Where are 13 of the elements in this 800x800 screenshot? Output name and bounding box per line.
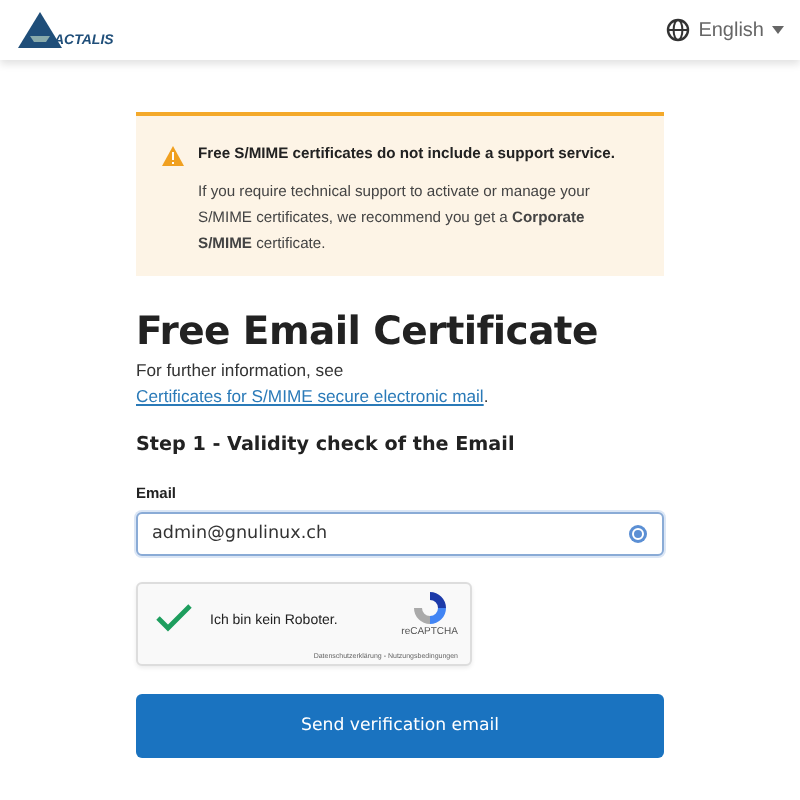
caret-icon <box>772 26 784 34</box>
language-selector[interactable]: English <box>666 18 784 42</box>
intro-text: For further information, see Certificates for S/MIME secure electronic mail. <box>136 358 491 410</box>
page-title: Free Email Certificate <box>136 308 600 354</box>
checkmark-icon <box>156 604 192 632</box>
certificates-link[interactable]: Certificates for S/MIME secure electronic mail <box>136 386 484 406</box>
step-heading: Step 1 - Validity check of the Email <box>136 434 517 456</box>
email-field[interactable]: admin@gnulinux.ch <box>136 512 664 556</box>
warning-icon <box>162 146 184 166</box>
recaptcha-logo-icon <box>411 590 448 626</box>
info-icon <box>628 524 648 544</box>
globe-icon <box>666 18 691 42</box>
send-verification-button[interactable]: Send verification email <box>136 694 664 758</box>
